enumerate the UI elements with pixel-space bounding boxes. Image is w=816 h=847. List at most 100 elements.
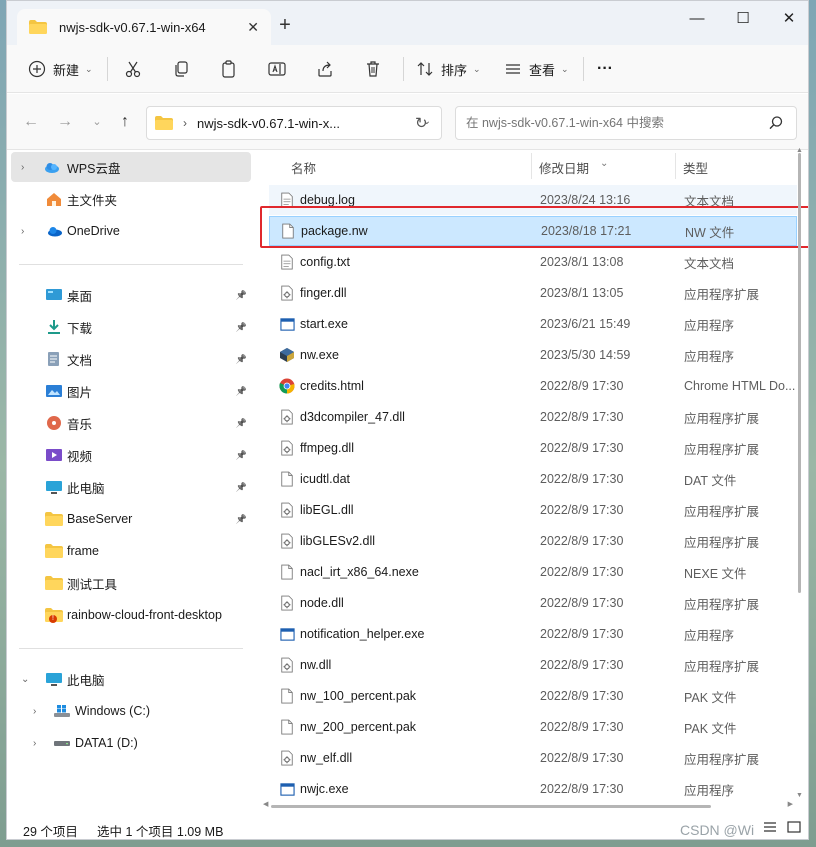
sidebar-item-quick[interactable]: 此电脑 📌 [11, 472, 251, 502]
expand-chevron-icon[interactable]: › [21, 162, 31, 173]
pin-icon[interactable]: 📌 [236, 322, 247, 333]
file-row[interactable]: nw.dll 2022/8/9 17:30 应用程序扩展 [269, 650, 797, 680]
file-row[interactable]: finger.dll 2023/8/1 13:05 应用程序扩展 [269, 278, 797, 308]
refresh-icon[interactable]: ↻ [415, 114, 428, 132]
sidebar-item-drive-c[interactable]: › Windows (C:) [11, 696, 251, 726]
sidebar-item-wps-cloud[interactable]: › WPS云盘 [11, 152, 251, 182]
scroll-left-icon[interactable]: ◀ [263, 800, 268, 808]
windows-drive-icon [54, 705, 70, 717]
sort-button[interactable]: 排序 ⌄ [415, 55, 481, 83]
expand-chevron-icon[interactable]: › [33, 706, 43, 717]
sidebar-item-quick[interactable]: 音乐 📌 [11, 408, 251, 438]
column-header-date[interactable]: 修改日期 [539, 158, 589, 177]
file-row[interactable]: libEGL.dll 2022/8/9 17:30 应用程序扩展 [269, 495, 797, 525]
more-options-button[interactable]: ··· [597, 55, 613, 83]
file-row[interactable]: notification_helper.exe 2022/8/9 17:30 应用程… [269, 619, 797, 649]
close-button[interactable]: ✕ [766, 5, 808, 37]
recent-locations-chevron-icon[interactable]: ⌄ [87, 112, 107, 132]
sidebar-item-label: 文档 [67, 353, 93, 368]
copy-button[interactable] [171, 55, 191, 83]
file-list: 名称 ⌄ 修改日期 类型 debug.log 2023/8/24 13:16 文本文… [257, 151, 808, 801]
column-divider[interactable] [675, 153, 676, 179]
pin-icon[interactable]: 📌 [236, 290, 247, 301]
search-icon[interactable] [768, 115, 784, 131]
sidebar-item-quick[interactable]: BaseServer 📌 [11, 504, 251, 534]
file-row[interactable]: nw_elf.dll 2022/8/9 17:30 应用程序扩展 [269, 743, 797, 773]
share-button[interactable] [315, 55, 335, 83]
breadcrumb-chevron-icon[interactable]: › [183, 116, 187, 130]
sidebar-item-home[interactable]: 主文件夹 [11, 184, 251, 214]
column-header-name[interactable]: 名称 [291, 158, 316, 177]
column-header-type[interactable]: 类型 [683, 158, 708, 177]
pin-icon[interactable]: 📌 [236, 386, 247, 397]
file-row[interactable]: node.dll 2022/8/9 17:30 应用程序扩展 [269, 588, 797, 618]
file-row[interactable]: nw.exe 2023/5/30 14:59 应用程序 [269, 340, 797, 370]
back-arrow-icon[interactable]: ← [21, 112, 41, 132]
search-box[interactable] [455, 106, 797, 140]
up-arrow-icon[interactable]: ↑ [115, 112, 135, 132]
new-button[interactable]: 新建 ⌄ [27, 55, 93, 83]
pin-icon[interactable]: 📌 [236, 418, 247, 429]
sidebar-item-quick[interactable]: 下载 📌 [11, 312, 251, 342]
column-divider[interactable] [531, 153, 532, 179]
horizontal-scrollbar[interactable]: ◀ ▶ [263, 801, 793, 811]
cut-button[interactable] [123, 55, 143, 83]
sidebar-item-quick[interactable]: 测试工具 [11, 568, 251, 598]
new-tab-button[interactable]: + [271, 13, 299, 39]
file-row[interactable]: ffmpeg.dll 2022/8/9 17:30 应用程序扩展 [269, 433, 797, 463]
tab-close-icon[interactable]: ✕ [247, 19, 259, 36]
file-row[interactable]: package.nw 2023/8/18 17:21 NW 文件 [269, 216, 797, 246]
expand-chevron-icon[interactable]: › [21, 226, 31, 237]
rename-button[interactable] [267, 55, 287, 83]
paste-button[interactable] [219, 55, 239, 83]
file-row[interactable]: nw_100_percent.pak 2022/8/9 17:30 PAK 文件 [269, 681, 797, 711]
sidebar-item-label: 主文件夹 [67, 193, 118, 208]
file-row[interactable]: credits.html 2022/8/9 17:30 Chrome HTML Do… [269, 371, 797, 401]
details-view-icon[interactable] [763, 821, 777, 833]
vertical-scroll-thumb[interactable] [798, 153, 801, 593]
sidebar-item-onedrive[interactable]: › OneDrive [11, 216, 251, 246]
sidebar-item-quick[interactable]: 图片 📌 [11, 376, 251, 406]
vertical-scrollbar[interactable]: ▲ ▼ [796, 147, 804, 799]
sidebar-item-quick[interactable]: ! rainbow-cloud-front-desktop [11, 600, 251, 630]
sidebar-item-quick[interactable]: 视频 📌 [11, 440, 251, 470]
pin-icon[interactable]: 📌 [236, 514, 247, 525]
view-button[interactable]: 查看 ⌄ [503, 55, 569, 83]
expand-chevron-icon[interactable]: › [33, 738, 43, 749]
minimize-button[interactable]: — [674, 5, 720, 37]
tiles-view-icon[interactable] [787, 821, 801, 833]
address-row: ← → ⌄ ↑ › nwjs-sdk-v0.67.1-win-x... ⌄ ↻ [7, 94, 808, 150]
search-input[interactable] [466, 116, 756, 130]
sidebar-item-quick[interactable]: frame [11, 536, 251, 566]
sidebar-item-this-pc[interactable]: ⌄ 此电脑 [11, 664, 251, 694]
sidebar-item-quick[interactable]: 文档 📌 [11, 344, 251, 374]
pin-icon[interactable]: 📌 [236, 482, 247, 493]
collapse-chevron-icon[interactable]: ⌄ [21, 674, 31, 685]
maximize-button[interactable]: ☐ [720, 5, 766, 37]
blank-file-icon [279, 471, 295, 488]
pin-icon[interactable]: 📌 [236, 354, 247, 365]
pin-icon[interactable]: 📌 [236, 450, 247, 461]
file-row[interactable]: start.exe 2023/6/21 15:49 应用程序 [269, 309, 797, 339]
delete-button[interactable] [363, 55, 383, 83]
file-row[interactable]: config.txt 2023/8/1 13:08 文本文档 [269, 247, 797, 277]
folder-tab[interactable]: nwjs-sdk-v0.67.1-win-x64 ✕ [17, 9, 271, 45]
breadcrumb-path[interactable]: nwjs-sdk-v0.67.1-win-x... [197, 116, 340, 131]
file-row[interactable]: debug.log 2023/8/24 13:16 文本文档 [269, 185, 797, 215]
file-name: nw.dll [300, 658, 332, 672]
address-bar[interactable]: › nwjs-sdk-v0.67.1-win-x... ⌄ [146, 106, 442, 140]
sidebar-item-drive-d[interactable]: › DATA1 (D:) [11, 728, 251, 758]
horizontal-scroll-thumb[interactable] [271, 805, 711, 808]
file-row[interactable]: libGLESv2.dll 2022/8/9 17:30 应用程序扩展 [269, 526, 797, 556]
sidebar-item-label: 测试工具 [67, 577, 118, 592]
sidebar-item-quick[interactable]: 桌面 📌 [11, 280, 251, 310]
new-button-label: 新建 [53, 62, 80, 78]
file-row[interactable]: icudtl.dat 2022/8/9 17:30 DAT 文件 [269, 464, 797, 494]
scroll-right-icon[interactable]: ▶ [788, 800, 793, 808]
file-row[interactable]: d3dcompiler_47.dll 2022/8/9 17:30 应用程序扩展 [269, 402, 797, 432]
file-row[interactable]: nacl_irt_x86_64.nexe 2022/8/9 17:30 NEXE 文… [269, 557, 797, 587]
file-row[interactable]: nw_200_percent.pak 2022/8/9 17:30 PAK 文件 [269, 712, 797, 742]
scroll-down-icon[interactable]: ▼ [796, 792, 803, 799]
file-row[interactable]: nwjc.exe 2022/8/9 17:30 应用程序 [269, 774, 797, 801]
forward-arrow-icon[interactable]: → [55, 112, 75, 132]
